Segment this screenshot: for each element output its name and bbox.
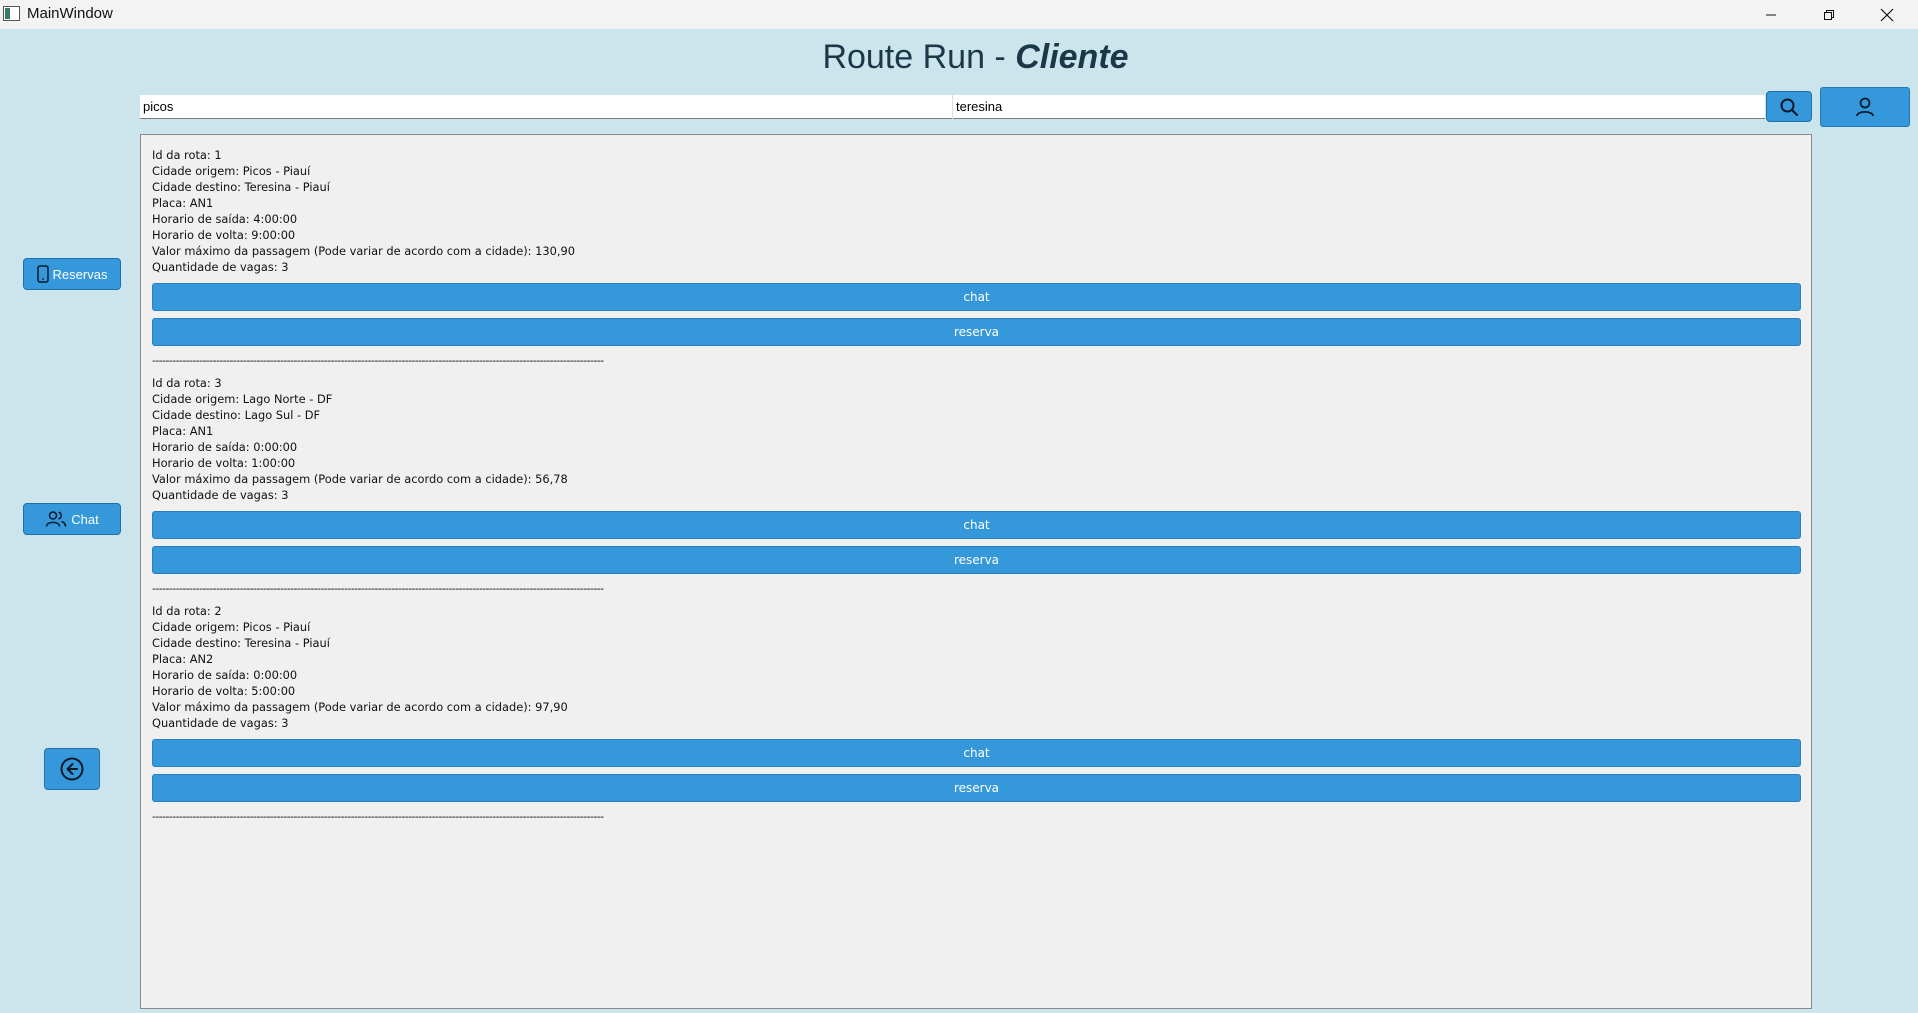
- route-origin: Cidade origem: Picos - Piauí: [152, 164, 311, 178]
- restore-button[interactable]: [1800, 0, 1858, 29]
- route-origin: Cidade origem: Picos - Piauí: [152, 620, 311, 634]
- route-origin: Cidade origem: Lago Norte - DF: [152, 392, 333, 406]
- route-separator: ----------------------------------------…: [152, 811, 604, 823]
- chat-nav-button[interactable]: Chat: [23, 503, 121, 535]
- route-reserva-button[interactable]: reserva: [152, 774, 1801, 802]
- route-max-price: Valor máximo da passagem (Pode variar de…: [152, 244, 575, 258]
- destination-city-input[interactable]: [953, 95, 1765, 119]
- route-return-time: Horario de volta: 9:00:00: [152, 228, 296, 242]
- route-card: Id da rota: 1 Cidade origem: Picos - Pia…: [152, 147, 1802, 367]
- restore-icon: [1824, 9, 1834, 20]
- route-destination: Cidade destino: Teresina - Piauí: [152, 636, 330, 650]
- phone-icon: [36, 265, 49, 283]
- minimize-button[interactable]: [1742, 0, 1800, 29]
- route-card: Id da rota: 3 Cidade origem: Lago Norte …: [152, 375, 1802, 595]
- minimize-icon: [1766, 14, 1776, 15]
- route-destination: Cidade destino: Lago Sul - DF: [152, 408, 321, 422]
- route-departure-time: Horario de saída: 0:00:00: [152, 440, 298, 454]
- route-seats: Quantidade de vagas: 3: [152, 260, 289, 274]
- origin-city-input[interactable]: [140, 95, 952, 119]
- window-title: MainWindow: [27, 5, 113, 22]
- user-icon: [1856, 97, 1874, 117]
- route-departure-time: Horario de saída: 0:00:00: [152, 668, 298, 682]
- page-title-main: Route Run -: [822, 38, 1016, 76]
- app-icon: [3, 6, 20, 21]
- route-departure-time: Horario de saída: 4:00:00: [152, 212, 298, 226]
- route-reserva-button[interactable]: reserva: [152, 318, 1801, 346]
- users-icon: [46, 511, 67, 527]
- back-button[interactable]: [44, 748, 100, 790]
- chat-nav-label: Chat: [71, 511, 99, 527]
- close-icon: [1880, 8, 1894, 21]
- route-separator: ----------------------------------------…: [152, 355, 604, 367]
- route-return-time: Horario de volta: 5:00:00: [152, 684, 296, 698]
- search-icon: [1780, 98, 1799, 116]
- route-return-time: Horario de volta: 1:00:00: [152, 456, 296, 470]
- route-id: Id da rota: 1: [152, 148, 222, 162]
- route-id: Id da rota: 3: [152, 376, 222, 390]
- route-destination: Cidade destino: Teresina - Piauí: [152, 180, 330, 194]
- route-reserva-button[interactable]: reserva: [152, 546, 1801, 574]
- route-plate: Placa: AN1: [152, 424, 214, 438]
- route-chat-button[interactable]: chat: [152, 283, 1801, 311]
- page-title: Route Run - Cliente: [0, 38, 1918, 77]
- reservas-label: Reservas: [52, 266, 108, 282]
- routes-list-panel[interactable]: Id da rota: 1 Cidade origem: Picos - Pia…: [140, 134, 1812, 1009]
- search-button[interactable]: [1766, 91, 1812, 122]
- route-plate: Placa: AN1: [152, 196, 214, 210]
- route-seats: Quantidade de vagas: 3: [152, 488, 289, 502]
- route-card: Id da rota: 2 Cidade origem: Picos - Pia…: [152, 603, 1802, 823]
- route-max-price: Valor máximo da passagem (Pode variar de…: [152, 472, 568, 486]
- route-chat-button[interactable]: chat: [152, 511, 1801, 539]
- route-id: Id da rota: 2: [152, 604, 222, 618]
- route-plate: Placa: AN2: [152, 652, 214, 666]
- route-chat-button[interactable]: chat: [152, 739, 1801, 767]
- close-button[interactable]: [1858, 0, 1916, 29]
- route-separator: ----------------------------------------…: [152, 583, 604, 595]
- arrow-left-circle-icon: [60, 757, 84, 781]
- window-titlebar: MainWindow: [0, 0, 1918, 29]
- route-seats: Quantidade de vagas: 3: [152, 716, 289, 730]
- reservas-button[interactable]: Reservas: [23, 258, 121, 290]
- page-title-role: Cliente: [1015, 38, 1129, 76]
- route-max-price: Valor máximo da passagem (Pode variar de…: [152, 700, 568, 714]
- profile-button[interactable]: [1820, 87, 1910, 127]
